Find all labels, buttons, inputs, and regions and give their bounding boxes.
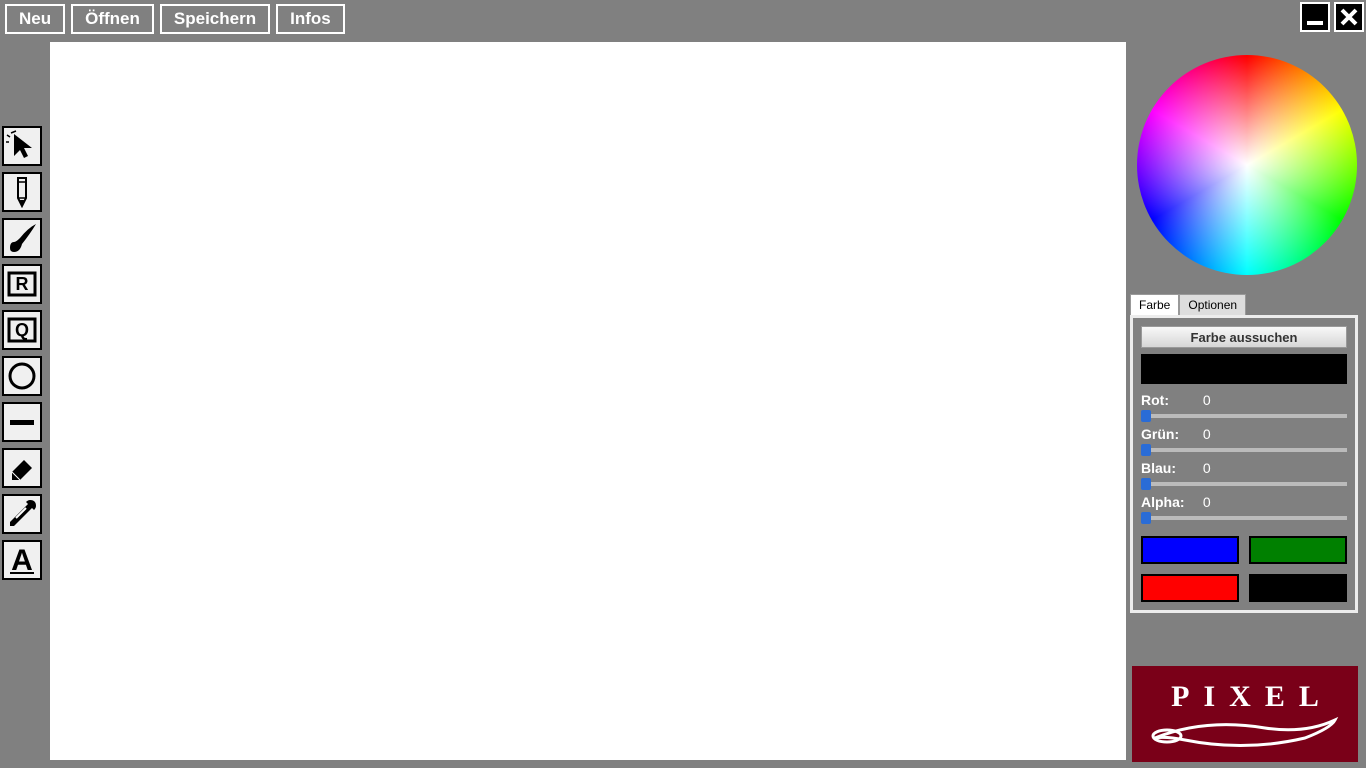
slider-alpha-label: Alpha: — [1141, 494, 1195, 510]
slider-thumb[interactable] — [1141, 478, 1151, 490]
svg-text:Q: Q — [15, 320, 29, 340]
pencil-tool[interactable] — [2, 172, 42, 212]
canvas[interactable] — [50, 42, 1126, 760]
slider-alpha-track[interactable] — [1141, 516, 1347, 520]
swatch-black[interactable] — [1249, 574, 1347, 602]
eraser-icon — [6, 452, 38, 484]
ellipse-tool[interactable] — [2, 356, 42, 396]
brush-icon — [6, 222, 38, 254]
window-controls — [1300, 2, 1364, 32]
preset-swatches — [1141, 536, 1347, 602]
swatch-blue[interactable] — [1141, 536, 1239, 564]
slider-alpha: Alpha: 0 — [1141, 494, 1347, 520]
logo-brush-icon — [1145, 708, 1345, 748]
square-tool[interactable]: Q — [2, 310, 42, 350]
slider-thumb[interactable] — [1141, 444, 1151, 456]
eyedropper-tool[interactable] — [2, 494, 42, 534]
minimize-icon — [1305, 7, 1325, 27]
slider-blue-track[interactable] — [1141, 482, 1347, 486]
eraser-tool[interactable] — [2, 448, 42, 488]
save-button[interactable]: Speichern — [160, 4, 270, 34]
cursor-tool[interactable] — [2, 126, 42, 166]
pick-color-button[interactable]: Farbe aussuchen — [1141, 326, 1347, 348]
info-button[interactable]: Infos — [276, 4, 345, 34]
eyedropper-icon — [6, 498, 38, 530]
line-icon — [6, 406, 38, 438]
close-icon — [1339, 7, 1359, 27]
slider-green-value: 0 — [1203, 426, 1211, 442]
slider-red: Rot: 0 — [1141, 392, 1347, 418]
text-tool[interactable]: A — [2, 540, 42, 580]
slider-green-label: Grün: — [1141, 426, 1195, 442]
color-wheel-circle[interactable] — [1137, 55, 1357, 275]
slider-red-label: Rot: — [1141, 392, 1195, 408]
square-icon: Q — [6, 314, 38, 346]
tab-color[interactable]: Farbe — [1130, 294, 1179, 315]
pencil-icon — [6, 176, 38, 208]
slider-alpha-value: 0 — [1203, 494, 1211, 510]
rect-tool[interactable]: R — [2, 264, 42, 304]
slider-blue-value: 0 — [1203, 460, 1211, 476]
text-icon: A — [6, 544, 38, 576]
close-button[interactable] — [1334, 2, 1364, 32]
slider-green-track[interactable] — [1141, 448, 1347, 452]
current-color-swatch — [1141, 354, 1347, 384]
swatch-green[interactable] — [1249, 536, 1347, 564]
slider-red-track[interactable] — [1141, 414, 1347, 418]
slider-thumb[interactable] — [1141, 410, 1151, 422]
tab-options[interactable]: Optionen — [1179, 294, 1246, 315]
panel-tabs: Farbe Optionen — [1130, 294, 1358, 315]
slider-blue: Blau: 0 — [1141, 460, 1347, 486]
toolbox: R Q A — [2, 126, 44, 580]
new-button[interactable]: Neu — [5, 4, 65, 34]
rect-icon: R — [6, 268, 38, 300]
ellipse-icon — [6, 360, 38, 392]
app-logo: PIXEL — [1132, 666, 1358, 762]
svg-text:A: A — [11, 544, 33, 576]
minimize-button[interactable] — [1300, 2, 1330, 32]
slider-blue-label: Blau: — [1141, 460, 1195, 476]
cursor-icon — [6, 130, 38, 162]
svg-text:R: R — [16, 274, 29, 294]
color-panel: Farbe Optionen Farbe aussuchen Rot: 0 Gr… — [1130, 294, 1358, 613]
color-wheel[interactable] — [1136, 42, 1358, 288]
slider-thumb[interactable] — [1141, 512, 1151, 524]
menu-bar: Neu Öffnen Speichern Infos — [0, 0, 1366, 36]
brush-tool[interactable] — [2, 218, 42, 258]
slider-red-value: 0 — [1203, 392, 1211, 408]
swatch-red[interactable] — [1141, 574, 1239, 602]
slider-green: Grün: 0 — [1141, 426, 1347, 452]
line-tool[interactable] — [2, 402, 42, 442]
open-button[interactable]: Öffnen — [71, 4, 154, 34]
